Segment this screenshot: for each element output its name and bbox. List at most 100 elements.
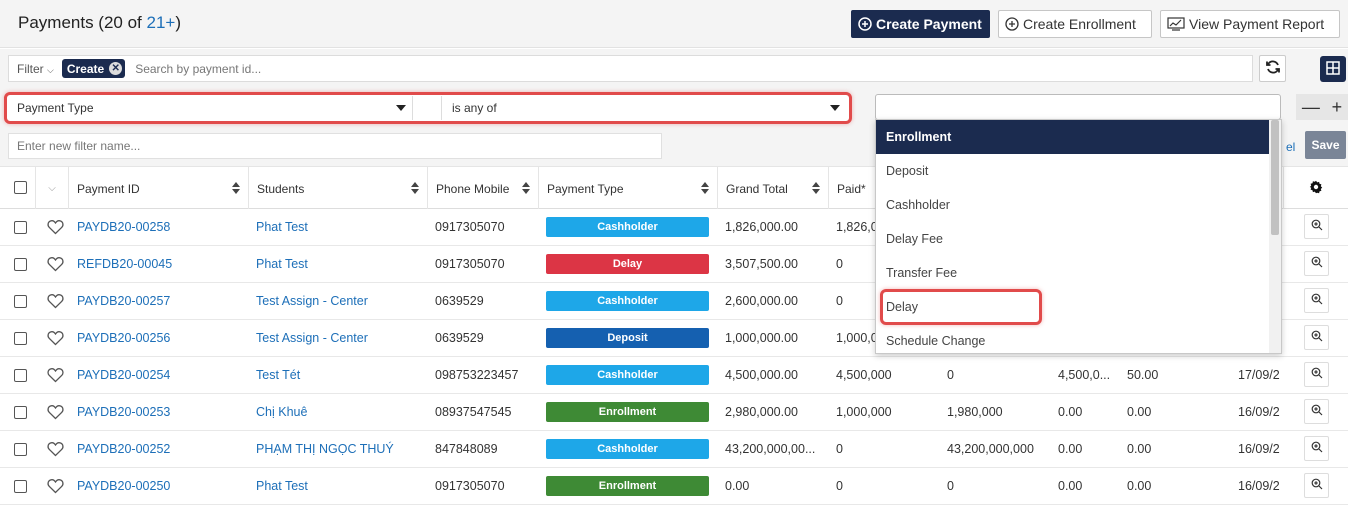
rule-controls: — +	[1296, 94, 1348, 120]
heart-icon[interactable]	[47, 367, 64, 386]
column-paid[interactable]: Paid*	[829, 167, 879, 210]
value-multiselect[interactable]	[875, 94, 1281, 120]
heart-icon[interactable]	[47, 293, 64, 312]
cancel-link[interactable]: el	[1286, 140, 1295, 154]
heart-icon[interactable]	[47, 330, 64, 349]
phone-cell: 08937547545	[435, 405, 512, 419]
paid-cell: 4,500,000	[836, 368, 892, 382]
title-count: 21+	[146, 13, 176, 32]
create-enrollment-button[interactable]: Create Enrollment	[998, 10, 1152, 38]
payment-id-link[interactable]: PAYDB20-00256	[77, 331, 170, 345]
student-link[interactable]: Chị Khuê	[256, 405, 307, 419]
filter-dropdown[interactable]: Filter ⌵	[17, 62, 54, 76]
search-input[interactable]	[135, 61, 1036, 76]
fee-cell: 0.00	[1127, 405, 1152, 419]
dropdown-scrollbar[interactable]	[1269, 120, 1281, 353]
student-link[interactable]: Phat Test	[256, 220, 308, 234]
heart-icon[interactable]	[47, 404, 64, 423]
field-select[interactable]: Payment Type	[10, 96, 413, 120]
payment-id-link[interactable]: REFDB20-00045	[77, 257, 172, 271]
column-label: Payment ID	[77, 181, 140, 196]
field-select-value: Payment Type	[17, 101, 94, 115]
row-checkbox[interactable]	[14, 295, 27, 308]
row-checkbox[interactable]	[14, 369, 27, 382]
caret-down-icon	[830, 105, 840, 111]
payment-id-link[interactable]: PAYDB20-00258	[77, 220, 170, 234]
operator-select-value: is any of	[452, 101, 497, 115]
heart-icon[interactable]	[47, 478, 64, 497]
table-row: PAYDB20-00250 Phat Test 0917305070 Enrollme…	[0, 468, 1348, 505]
filter-chip[interactable]: Create ✕	[61, 59, 126, 78]
dropdown-option[interactable]: Enrollment	[876, 120, 1270, 154]
add-rule-icon[interactable]: +	[1332, 97, 1343, 118]
view-details-button[interactable]	[1304, 325, 1329, 350]
close-icon[interactable]: ✕	[109, 62, 123, 75]
view-details-button[interactable]	[1304, 436, 1329, 461]
row-checkbox[interactable]	[14, 258, 27, 271]
dropdown-option[interactable]: Transfer Fee	[876, 256, 1270, 290]
payment-id-link[interactable]: PAYDB20-00252	[77, 442, 170, 456]
column-layout-button[interactable]	[1320, 56, 1346, 82]
view-details-button[interactable]	[1304, 473, 1329, 498]
payment-id-link[interactable]: PAYDB20-00254	[77, 368, 170, 382]
column-students[interactable]: Students	[249, 167, 428, 210]
create-payment-button[interactable]: Create Payment	[851, 10, 990, 38]
grand-total-cell: 1,000,000.00	[725, 331, 798, 345]
payment-type-badge: Cashholder	[546, 439, 709, 459]
payment-id-link[interactable]: PAYDB20-00253	[77, 405, 170, 419]
dropdown-option[interactable]: Deposit	[876, 154, 1270, 188]
student-link[interactable]: Test Tét	[256, 368, 300, 382]
student-link[interactable]: Phat Test	[256, 479, 308, 493]
view-details-button[interactable]	[1304, 362, 1329, 387]
row-checkbox[interactable]	[14, 443, 27, 456]
scrollbar-thumb[interactable]	[1271, 120, 1279, 235]
row-checkbox[interactable]	[14, 221, 27, 234]
operator-select[interactable]: is any of	[441, 96, 846, 120]
column-phone-mobile[interactable]: Phone Mobile	[428, 167, 539, 210]
save-button[interactable]: Save	[1305, 131, 1346, 159]
remove-rule-icon[interactable]: —	[1302, 97, 1320, 118]
column-payment-id[interactable]: Payment ID	[69, 167, 249, 210]
payment-type-badge: Cashholder	[546, 217, 709, 237]
column-payment-type[interactable]: Payment Type	[539, 167, 718, 210]
view-details-button[interactable]	[1304, 399, 1329, 424]
report-icon	[1167, 17, 1185, 31]
payment-type-badge: Enrollment	[546, 476, 709, 496]
heart-icon[interactable]	[47, 219, 64, 238]
bulk-menu[interactable]: ⌵	[36, 167, 69, 210]
phone-cell: 0917305070	[435, 479, 505, 493]
dropdown-option[interactable]: Delay Fee	[876, 222, 1270, 256]
view-details-button[interactable]	[1304, 251, 1329, 276]
row-checkbox[interactable]	[14, 480, 27, 493]
select-all-cell	[0, 167, 36, 210]
dropdown-option[interactable]: Schedule Change	[876, 324, 1270, 353]
row-checkbox[interactable]	[14, 332, 27, 345]
student-link[interactable]: Test Assign - Center	[256, 294, 368, 308]
view-details-button[interactable]	[1304, 288, 1329, 313]
select-all-checkbox[interactable]	[14, 181, 27, 194]
gear-icon[interactable]	[1309, 180, 1323, 197]
phone-cell: 0917305070	[435, 257, 505, 271]
student-link[interactable]: Test Assign - Center	[256, 331, 368, 345]
payment-id-link[interactable]: PAYDB20-00257	[77, 294, 170, 308]
grand-total-cell: 3,507,500.00	[725, 257, 798, 271]
view-payment-report-button[interactable]: View Payment Report	[1160, 10, 1340, 38]
refresh-button[interactable]	[1259, 55, 1286, 82]
grid-icon	[1326, 60, 1340, 78]
sort-icon	[812, 182, 820, 195]
filter-name-input[interactable]	[8, 133, 662, 159]
delay-option-highlight	[880, 289, 1042, 325]
payment-id-link[interactable]: PAYDB20-00250	[77, 479, 170, 493]
heart-icon[interactable]	[47, 256, 64, 275]
grand-total-cell: 1,826,000.00	[725, 220, 798, 234]
filter-label: Filter	[17, 61, 44, 76]
column-grand-total[interactable]: Grand Total	[718, 167, 829, 210]
heart-icon[interactable]	[47, 441, 64, 460]
date-cell: 16/09/2	[1238, 405, 1280, 419]
column-label: Grand Total	[726, 181, 788, 196]
student-link[interactable]: PHẠM THỊ NGỌC THUÝ	[256, 442, 394, 456]
student-link[interactable]: Phat Test	[256, 257, 308, 271]
view-details-button[interactable]	[1304, 214, 1329, 239]
dropdown-option[interactable]: Cashholder	[876, 188, 1270, 222]
row-checkbox[interactable]	[14, 406, 27, 419]
